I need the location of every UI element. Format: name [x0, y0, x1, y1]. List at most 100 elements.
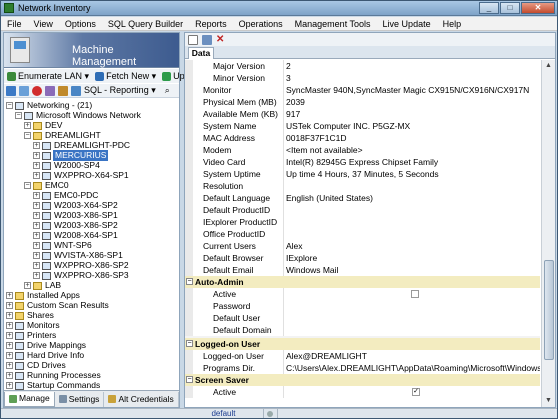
tab-data[interactable]: Data: [188, 47, 214, 59]
tree-expander-icon[interactable]: +: [6, 322, 13, 329]
grid-row[interactable]: Monitor SyncMaster 940N,SyncMaster Magic …: [185, 84, 540, 96]
tab-settings[interactable]: Settings: [55, 391, 105, 407]
grid-row-value[interactable]: 2039: [286, 96, 540, 108]
tree-expander-icon[interactable]: +: [6, 312, 13, 319]
tree-expander-icon[interactable]: +: [6, 382, 13, 389]
tree-expander-icon[interactable]: +: [33, 222, 40, 229]
tree-expander-icon[interactable]: +: [33, 152, 40, 159]
menu-live-update[interactable]: Live Update: [377, 17, 437, 31]
grid-row-value[interactable]: IExplore: [286, 252, 540, 264]
scroll-thumb[interactable]: [544, 260, 554, 360]
grid-row[interactable]: System Uptime Up time 4 Hours, 37 Minutes…: [185, 168, 540, 180]
grid-row[interactable]: MAC Address 0018F37F1C1D: [185, 132, 540, 144]
grid-row[interactable]: Physical Mem (MB) 2039: [185, 96, 540, 108]
tree-expander-icon[interactable]: +: [6, 332, 13, 339]
grid-row[interactable]: Current Users Alex: [185, 240, 540, 252]
grid-row[interactable]: Active ✓: [185, 386, 540, 398]
grid-section-header[interactable]: − Logged-on User: [185, 338, 540, 350]
tree-expander-icon[interactable]: +: [33, 272, 40, 279]
grid-row[interactable]: Active: [185, 288, 540, 300]
menu-sql-query-builder[interactable]: SQL Query Builder: [102, 17, 189, 31]
tree-expander-icon[interactable]: +: [33, 242, 40, 249]
tab-manage[interactable]: Manage: [4, 391, 55, 407]
grid-row[interactable]: System Name USTek Computer INC. P5GZ-MX: [185, 120, 540, 132]
tree-expander-icon[interactable]: −: [15, 112, 22, 119]
collapse-icon[interactable]: −: [186, 376, 193, 383]
tree-expander-icon[interactable]: +: [6, 362, 13, 369]
new-document-icon[interactable]: [188, 34, 198, 45]
menu-options[interactable]: Options: [59, 17, 102, 31]
tree-expander-icon[interactable]: +: [33, 202, 40, 209]
grid-section-header[interactable]: − Screen Saver: [185, 374, 540, 386]
scroll-up-icon[interactable]: ▲: [544, 61, 553, 70]
network-tree[interactable]: − Networking - (21) − Microsoft Windows Net…: [4, 100, 179, 390]
grid-row[interactable]: Programs Dir. C:\Users\Alex.DREAMLIGHT\Ap…: [185, 362, 540, 374]
collapse-icon[interactable]: −: [186, 278, 193, 285]
menu-operations[interactable]: Operations: [233, 17, 289, 31]
wrench-icon[interactable]: [58, 85, 68, 96]
menu-management-tools[interactable]: Management Tools: [289, 17, 377, 31]
grid-row-value[interactable]: Up time 4 Hours, 37 Minutes, 5 Seconds: [286, 168, 540, 180]
tree-expander-icon[interactable]: +: [6, 342, 13, 349]
grid-row-value[interactable]: English (United States): [286, 192, 540, 204]
tree-expander-icon[interactable]: +: [24, 122, 31, 129]
grid-row-value[interactable]: 0018F37F1C1D: [286, 132, 540, 144]
tab-alt-credentials[interactable]: Alt Credentials: [104, 391, 179, 407]
grid-row-value[interactable]: <Item not available>: [286, 144, 540, 156]
grid-row-value[interactable]: USTek Computer INC. P5GZ-MX: [286, 120, 540, 132]
grid-row-value[interactable]: 3: [286, 72, 540, 84]
tools-icon[interactable]: [45, 85, 55, 96]
menu-reports[interactable]: Reports: [189, 17, 233, 31]
sql-reporting-dropdown[interactable]: SQL - Reporting ▾: [84, 85, 156, 96]
delete-node-icon[interactable]: [32, 85, 42, 96]
tree-expander-icon[interactable]: +: [6, 372, 13, 379]
grid-row[interactable]: Modem <Item not available>: [185, 144, 540, 156]
grid-row-value[interactable]: Alex@DREAMLIGHT: [286, 350, 540, 362]
grid-row[interactable]: Default Domain: [185, 324, 540, 336]
tree-expander-icon[interactable]: +: [6, 302, 13, 309]
fetch-new-button[interactable]: Fetch New ▾: [92, 71, 159, 82]
grid-row-value[interactable]: Windows Mail: [286, 264, 540, 276]
grid-row-value[interactable]: Intel(R) 82945G Express Chipset Family: [286, 156, 540, 168]
grid-row[interactable]: Major Version 2: [185, 60, 540, 72]
grid-row[interactable]: Password: [185, 300, 540, 312]
collapse-icon[interactable]: −: [186, 340, 193, 347]
tree-expander-icon[interactable]: −: [24, 182, 31, 189]
tree-expander-icon[interactable]: −: [6, 102, 13, 109]
tree-expander-icon[interactable]: +: [33, 232, 40, 239]
edit-node-icon[interactable]: [19, 85, 29, 96]
grid-row[interactable]: Default Browser IExplore: [185, 252, 540, 264]
tree-node[interactable]: + Startup Commands: [6, 380, 101, 390]
grid-row[interactable]: Default Language English (United States): [185, 192, 540, 204]
title-bar[interactable]: Network Inventory _ □ ✕: [1, 1, 557, 16]
tree-expander-icon[interactable]: +: [24, 282, 31, 289]
grid-row-value[interactable]: 917: [286, 108, 540, 120]
tree-expander-icon[interactable]: +: [33, 262, 40, 269]
grid-row[interactable]: Default ProductID: [185, 204, 540, 216]
tree-expander-icon[interactable]: +: [33, 252, 40, 259]
grid-row-value[interactable]: C:\Users\Alex.DREAMLIGHT\AppData\Roaming…: [286, 362, 540, 374]
tree-expander-icon[interactable]: +: [6, 352, 13, 359]
add-node-icon[interactable]: [6, 85, 16, 96]
search-icon[interactable]: ⌕: [165, 85, 170, 96]
tree-expander-icon[interactable]: +: [33, 172, 40, 179]
grid-row-value[interactable]: Alex: [286, 240, 540, 252]
property-grid-scrollbar[interactable]: ▲ ▼: [541, 60, 555, 407]
tree-expander-icon[interactable]: −: [24, 132, 31, 139]
grid-row-checkbox[interactable]: ✓: [412, 388, 420, 396]
menu-view[interactable]: View: [28, 17, 59, 31]
grid-row[interactable]: IExplorer ProductID: [185, 216, 540, 228]
minimize-button[interactable]: _: [479, 2, 499, 14]
tree-expander-icon[interactable]: +: [33, 142, 40, 149]
grid-row-checkbox[interactable]: [411, 290, 419, 298]
grid-row[interactable]: Default User: [185, 312, 540, 324]
close-button[interactable]: ✕: [521, 2, 555, 14]
grid-row[interactable]: Minor Version 3: [185, 72, 540, 84]
grid-row[interactable]: Office ProductID: [185, 228, 540, 240]
tree-expander-icon[interactable]: +: [33, 212, 40, 219]
grid-row[interactable]: Available Mem (KB) 917: [185, 108, 540, 120]
grid-row[interactable]: Default Email Windows Mail: [185, 264, 540, 276]
scroll-down-icon[interactable]: ▼: [544, 396, 553, 405]
enumerate-lan-button[interactable]: Enumerate LAN ▾: [4, 71, 92, 82]
menu-file[interactable]: File: [1, 17, 28, 31]
